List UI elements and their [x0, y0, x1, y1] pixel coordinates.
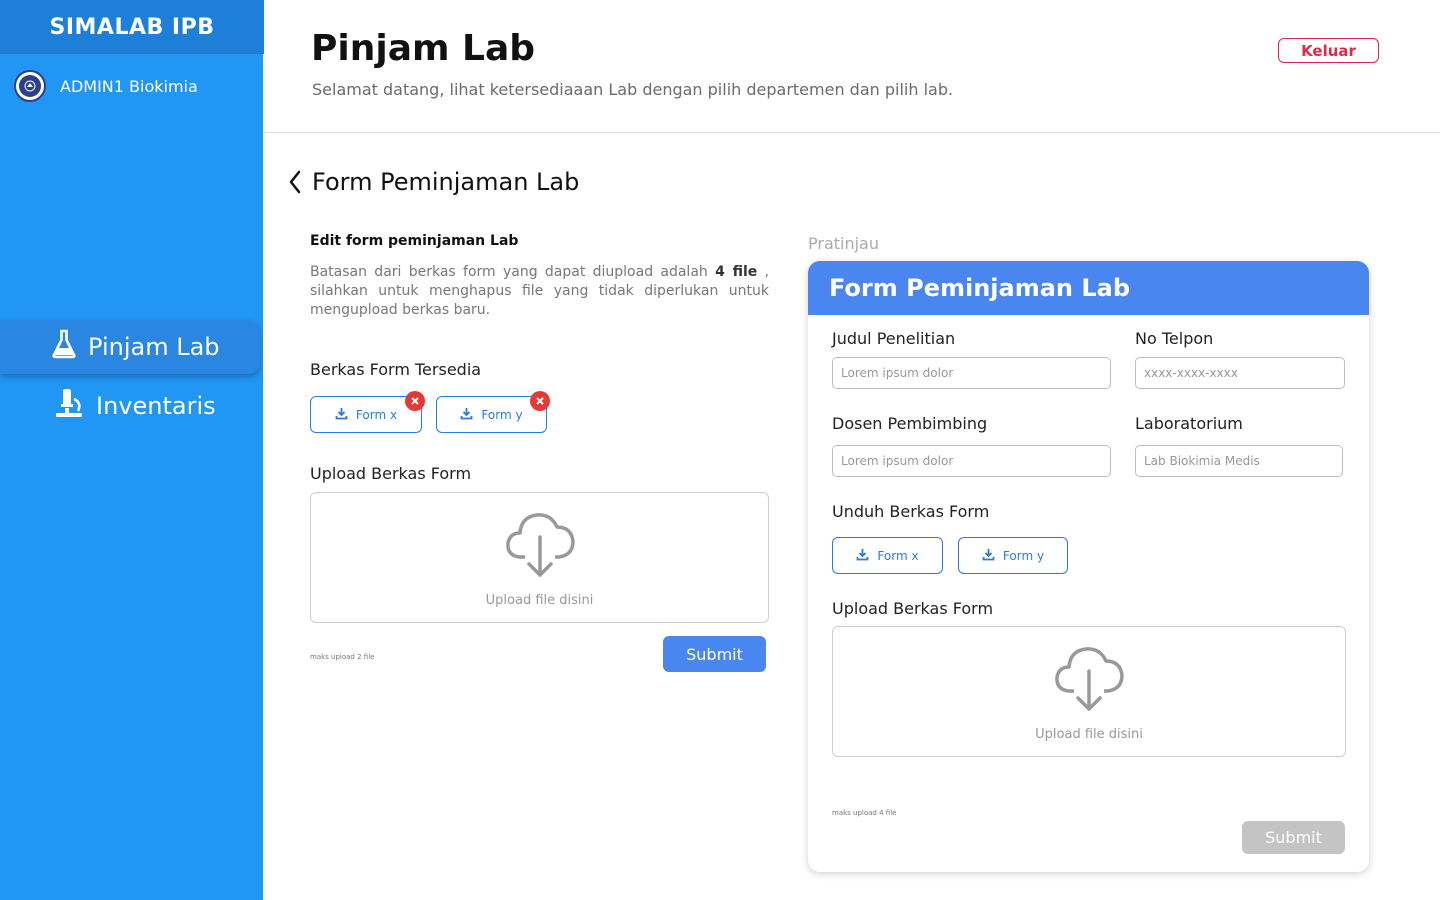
- header-divider: [264, 132, 1440, 133]
- download-icon: [982, 548, 995, 564]
- section-header: Form Peminjaman Lab: [288, 168, 579, 196]
- desc-file-limit: 4 file: [715, 264, 758, 280]
- sidebar: SIMALAB IPB ADMIN1 Biokimia Pinjam Lab I…: [0, 0, 264, 900]
- back-chevron-icon[interactable]: [288, 170, 302, 194]
- download-icon: [460, 407, 473, 423]
- cloud-upload-icon: [503, 505, 577, 583]
- ipb-logo-icon: [19, 75, 41, 97]
- logout-button[interactable]: Keluar: [1278, 38, 1379, 63]
- file-label: Form y: [1002, 548, 1045, 563]
- preview-file-form-x-button[interactable]: Form x: [832, 537, 943, 574]
- judul-input[interactable]: Lorem ipsum dolor: [832, 357, 1111, 389]
- brand-title: SIMALAB IPB: [0, 0, 264, 54]
- preview-file-form-y-button[interactable]: Form y: [958, 537, 1068, 574]
- available-files-title: Berkas Form Tersedia: [310, 360, 482, 379]
- preview-max-upload-note: maks upload 4 file: [832, 809, 897, 817]
- preview-label: Pratinjau: [808, 234, 879, 253]
- telpon-input[interactable]: xxxx-xxxx-xxxx: [1135, 357, 1345, 389]
- upload-dropzone[interactable]: Upload file disini: [310, 492, 769, 623]
- sidebar-item-label: Pinjam Lab: [88, 333, 220, 361]
- microscope-icon: [54, 387, 96, 425]
- cloud-upload-icon: [1052, 639, 1126, 717]
- preview-card: Form Peminjaman Lab Judul Penelitian Lor…: [808, 261, 1369, 872]
- judul-label: Judul Penelitian: [832, 329, 956, 348]
- dosen-input[interactable]: Lorem ipsum dolor: [832, 445, 1111, 477]
- sidebar-item-label: Inventaris: [96, 392, 216, 420]
- page-subtitle: Selamat datang, lihat ketersediaaan Lab …: [312, 80, 954, 99]
- edit-form-description: Batasan dari berkas form yang dapat diup…: [310, 263, 769, 320]
- lab-input[interactable]: Lab Biokimia Medis: [1135, 445, 1343, 477]
- avatar: [14, 70, 46, 102]
- file-label: Form x: [355, 407, 398, 422]
- sidebar-item-inventaris[interactable]: Inventaris: [0, 379, 260, 433]
- upload-title: Upload Berkas Form: [310, 464, 472, 483]
- max-upload-note: maks upload 2 file: [310, 653, 375, 661]
- user-name: ADMIN1 Biokimia: [60, 76, 198, 96]
- user-profile[interactable]: ADMIN1 Biokimia: [14, 70, 198, 102]
- dosen-label: Dosen Pembimbing: [832, 414, 988, 433]
- section-title: Form Peminjaman Lab: [312, 168, 580, 196]
- file-label: Form x: [877, 548, 919, 563]
- download-icon: [335, 407, 348, 423]
- lab-label: Laboratorium: [1135, 414, 1243, 433]
- sidebar-item-pinjam-lab[interactable]: Pinjam Lab: [0, 320, 260, 374]
- flask-icon: [52, 329, 88, 365]
- download-title: Unduh Berkas Form: [832, 502, 990, 521]
- delete-file-y-icon[interactable]: [530, 391, 550, 411]
- page-title: Pinjam Lab: [311, 28, 536, 69]
- delete-file-x-icon[interactable]: [405, 391, 425, 411]
- download-icon: [856, 548, 869, 564]
- telpon-label: No Telpon: [1135, 329, 1214, 348]
- upload-hint: Upload file disini: [485, 593, 594, 608]
- preview-upload-dropzone[interactable]: Upload file disini: [832, 626, 1346, 757]
- upload-hint: Upload file disini: [1035, 727, 1143, 742]
- preview-header: Form Peminjaman Lab: [808, 261, 1369, 315]
- preview-submit-button[interactable]: Submit: [1242, 821, 1345, 854]
- preview-upload-title: Upload Berkas Form: [832, 599, 994, 618]
- desc-text: Batasan dari berkas form yang dapat diup…: [310, 264, 716, 280]
- edit-form-title: Edit form peminjaman Lab: [310, 233, 519, 249]
- submit-button[interactable]: Submit: [663, 636, 766, 672]
- file-label: Form y: [481, 407, 523, 422]
